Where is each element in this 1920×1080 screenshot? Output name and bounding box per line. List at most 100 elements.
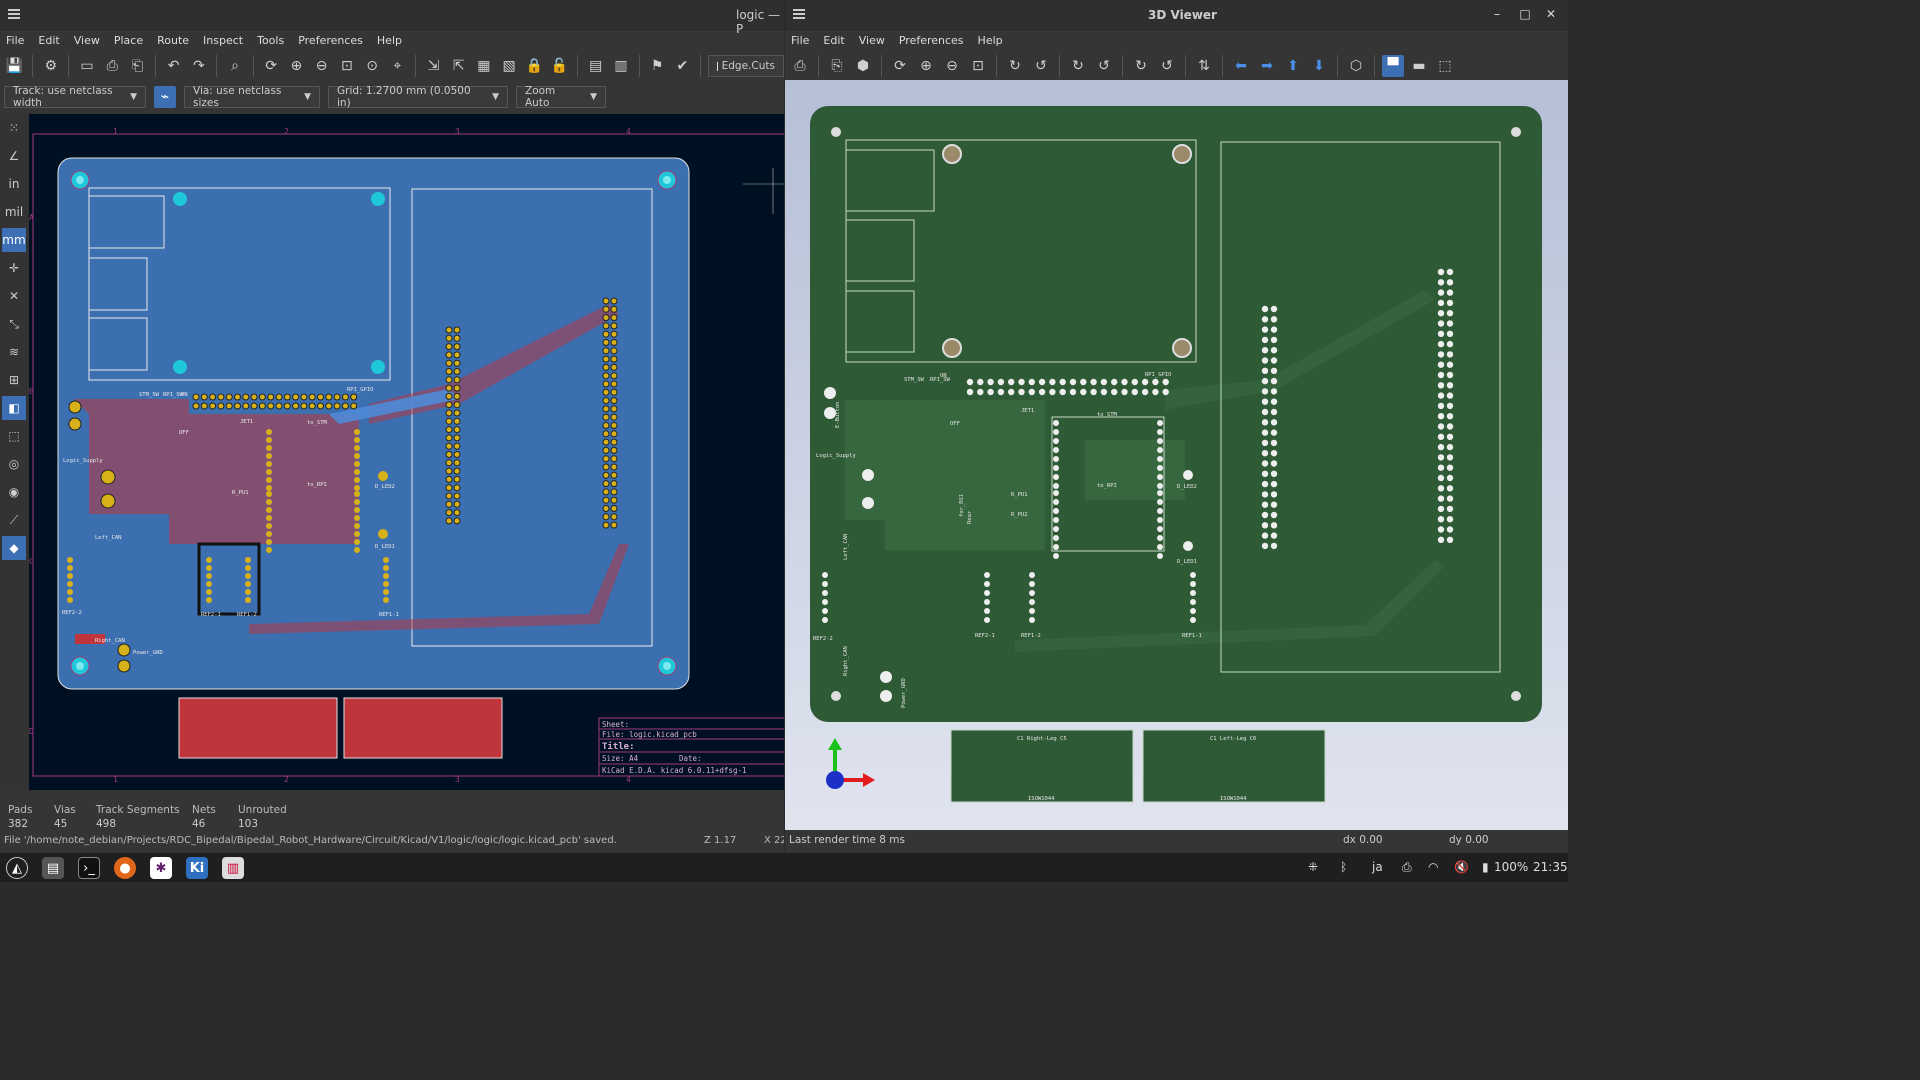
zoom-select[interactable]: Zoom Auto ▼ — [516, 85, 606, 109]
menu-file[interactable]: File — [6, 34, 24, 47]
menu-place[interactable]: Place — [114, 34, 143, 47]
zoom-objects-icon[interactable]: ⊙ — [361, 55, 382, 77]
viewer3d-canvas[interactable]: STM_SW RPI_SW RPI_GPIO to_STM to_RPI JET… — [785, 80, 1568, 830]
zoom-out-icon[interactable]: ⊖ — [311, 55, 332, 77]
menu-edit[interactable]: Edit — [38, 34, 59, 47]
network-tray-icon[interactable]: ⁜ — [1308, 860, 1318, 874]
refresh-icon[interactable]: ⟳ — [889, 55, 911, 77]
minimize-icon[interactable]: – — [1489, 7, 1505, 21]
track-width-select[interactable]: Track: use netclass width ▼ — [4, 85, 146, 109]
zoom-out-icon[interactable]: ⊖ — [941, 55, 963, 77]
plot-icon[interactable]: ⎗ — [127, 55, 148, 77]
flip-icon[interactable]: ⇲ — [423, 55, 444, 77]
app-launcher-icon[interactable]: ◭ — [6, 857, 28, 879]
redo-icon[interactable]: ↷ — [188, 55, 209, 77]
volume-muted-icon[interactable]: 🔇 — [1454, 860, 1469, 874]
show-smd-icon[interactable]: ▬ — [1408, 55, 1430, 77]
firefox-icon[interactable]: ● — [114, 857, 136, 879]
track-display-icon[interactable]: ⟋ — [2, 508, 26, 532]
scripting-icon[interactable]: ⚑ — [647, 55, 668, 77]
copy-image-icon[interactable]: ⎘ — [826, 55, 848, 77]
input-method[interactable]: ja — [1372, 860, 1383, 874]
printer-icon[interactable]: ⎙ — [1402, 860, 1412, 875]
file-manager-icon[interactable]: ▤ — [42, 857, 64, 879]
units-mil-button[interactable]: mil — [2, 200, 26, 224]
zoom-fit-icon[interactable]: ⊡ — [967, 55, 989, 77]
grid-select[interactable]: Grid: 1.2700 mm (0.0500 in) ▼ — [328, 85, 508, 109]
pan-right-icon[interactable]: ➡ — [1256, 55, 1278, 77]
hamburger-menu-icon[interactable] — [8, 9, 20, 19]
pcbnew-icon[interactable]: ▥ — [222, 857, 244, 879]
auto-track-width-icon[interactable]: ⌁ — [154, 86, 176, 108]
net-color-icon[interactable]: ◧ — [2, 396, 26, 420]
pan-up-icon[interactable]: ⬆ — [1282, 55, 1304, 77]
rotate-z-cw-icon[interactable]: ↻ — [1130, 55, 1152, 77]
menu-help[interactable]: Help — [377, 34, 402, 47]
find-icon[interactable]: ⌕ — [224, 55, 245, 77]
show-virtual-icon[interactable]: ⬚ — [1434, 55, 1456, 77]
menu-view[interactable]: View — [74, 34, 100, 47]
close-icon[interactable]: ✕ — [1543, 7, 1559, 21]
zone-fill-icon[interactable]: ⬚ — [2, 424, 26, 448]
menu-inspect[interactable]: Inspect — [203, 34, 243, 47]
menu-edit[interactable]: Edit — [823, 34, 844, 47]
clock[interactable]: 21:35 — [1533, 860, 1568, 874]
rotate-z-ccw-icon[interactable]: ↺ — [1156, 55, 1178, 77]
rotate-y-ccw-icon[interactable]: ↺ — [1093, 55, 1115, 77]
zoom-in-icon[interactable]: ⊕ — [286, 55, 307, 77]
netlist-update-icon[interactable]: ▤ — [585, 55, 606, 77]
ungroup-icon[interactable]: ▧ — [499, 55, 520, 77]
zoom-fit-icon[interactable]: ⊡ — [336, 55, 357, 77]
hamburger-menu-icon[interactable] — [793, 9, 805, 19]
pcb-canvas[interactable]: 1 2 3 4 1 2 3 4 A B C D Sheet: File: log… — [29, 114, 784, 790]
menu-view[interactable]: View — [859, 34, 885, 47]
cursor-style-icon[interactable]: ✛ — [2, 256, 26, 280]
group-icon[interactable]: ▦ — [473, 55, 494, 77]
layer-selector[interactable]: Edge.Cuts — [707, 55, 784, 77]
export-image-icon[interactable]: ⎙ — [789, 55, 811, 77]
board-setup-icon[interactable]: ⚙ — [40, 55, 61, 77]
lock-icon[interactable]: 🔒 — [524, 55, 545, 77]
drc-icon[interactable]: ✔ — [672, 55, 693, 77]
pan-down-icon[interactable]: ⬇ — [1308, 55, 1330, 77]
menu-route[interactable]: Route — [157, 34, 189, 47]
save-icon[interactable]: 💾 — [4, 55, 25, 77]
menu-preferences[interactable]: Preferences — [298, 34, 363, 47]
orthographic-icon[interactable]: ⬡ — [1345, 55, 1367, 77]
refresh-icon[interactable]: ⟳ — [261, 55, 282, 77]
curved-ratsnest-icon[interactable]: ⤡ — [2, 312, 26, 336]
bluetooth-icon[interactable]: ᛒ — [1340, 860, 1347, 874]
bom-icon[interactable]: ▥ — [610, 55, 631, 77]
wifi-icon[interactable]: ◠ — [1428, 860, 1438, 874]
show-tht-icon[interactable]: ▀ — [1382, 55, 1404, 77]
battery-icon[interactable]: ▮ — [1482, 860, 1489, 874]
unlock-icon[interactable]: 🔓 — [549, 55, 570, 77]
terminal-icon[interactable]: ›_ — [78, 857, 100, 879]
rotate-x-cw-icon[interactable]: ↻ — [1004, 55, 1026, 77]
rotate-x-ccw-icon[interactable]: ↺ — [1030, 55, 1052, 77]
pad-display-icon[interactable]: ◉ — [2, 480, 26, 504]
print-icon[interactable]: ⎙ — [102, 55, 123, 77]
menu-preferences[interactable]: Preferences — [899, 34, 964, 47]
menu-help[interactable]: Help — [978, 34, 1003, 47]
show-tracks-icon[interactable]: ≋ — [2, 340, 26, 364]
via-display-icon[interactable]: ◎ — [2, 452, 26, 476]
zoom-in-icon[interactable]: ⊕ — [915, 55, 937, 77]
rotate-y-cw-icon[interactable]: ↻ — [1067, 55, 1089, 77]
grid-dots-icon[interactable]: ⁙ — [2, 116, 26, 140]
menu-file[interactable]: File — [791, 34, 809, 47]
menu-tools[interactable]: Tools — [257, 34, 284, 47]
maximize-icon[interactable]: □ — [1517, 7, 1533, 21]
units-inch-button[interactable]: in — [2, 172, 26, 196]
raytrace-icon[interactable]: ⬢ — [852, 55, 874, 77]
zoom-selection-icon[interactable]: ⌖ — [387, 55, 408, 77]
via-size-select[interactable]: Via: use netclass sizes ▼ — [184, 85, 320, 109]
layers-manager-icon[interactable]: ◆ — [2, 536, 26, 560]
ratsnest-icon[interactable]: ✕ — [2, 284, 26, 308]
pan-left-icon[interactable]: ⬅ — [1230, 55, 1252, 77]
polar-coords-icon[interactable]: ∠ — [2, 144, 26, 168]
undo-icon[interactable]: ↶ — [163, 55, 184, 77]
units-mm-button[interactable]: mm — [2, 228, 26, 252]
page-settings-icon[interactable]: ▭ — [76, 55, 97, 77]
slack-icon[interactable]: ✱ — [150, 857, 172, 879]
